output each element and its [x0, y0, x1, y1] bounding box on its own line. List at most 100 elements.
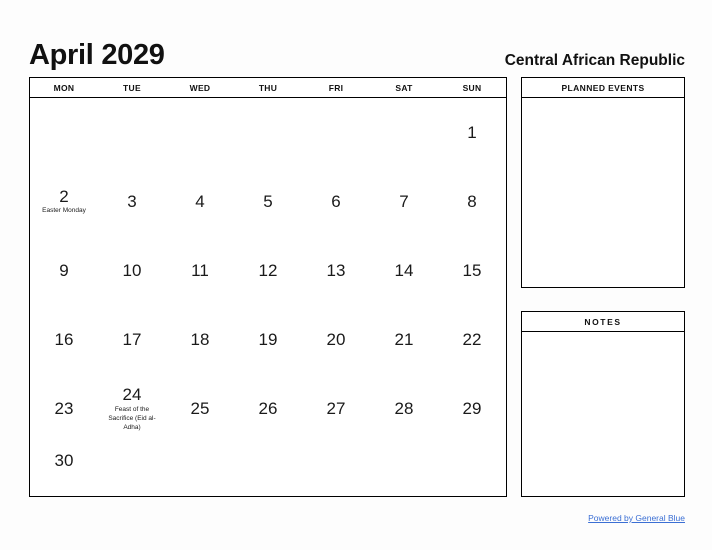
calendar-day-cell-7[interactable]: 7 — [370, 167, 438, 236]
calendar-day-cell-9[interactable]: 9 — [30, 236, 98, 305]
calendar-day-cell-empty — [166, 98, 234, 167]
calendar-day-cell-empty — [370, 98, 438, 167]
page-title: April 2029 — [29, 39, 165, 71]
calendar-week-row: 16 17 18 19 20 21 22 — [30, 306, 506, 375]
calendar-day-cell-24[interactable]: 24 Feast of the Sacrifice (Eid al-Adha) — [98, 375, 166, 444]
planned-events-title: PLANNED EVENTS — [522, 78, 684, 98]
notes-body[interactable] — [522, 332, 684, 496]
calendar-day-cell-empty — [234, 444, 302, 496]
day-number: 1 — [467, 122, 477, 142]
calendar-day-cell-10[interactable]: 10 — [98, 236, 166, 305]
footer: Powered by General Blue — [29, 508, 685, 526]
calendar-day-cell-empty — [302, 444, 370, 496]
calendar-day-cell-27[interactable]: 27 — [302, 375, 370, 444]
calendar-week-row: 23 24 Feast of the Sacrifice (Eid al-Adha)… — [30, 375, 506, 444]
day-number: 17 — [122, 330, 142, 350]
region-title: Central African Republic — [504, 51, 685, 69]
page-header: April 2029 Central African Republic — [29, 30, 685, 70]
weekday-header-mon: MON — [53, 82, 75, 93]
calendar-day-cell-3[interactable]: 3 — [98, 167, 166, 236]
day-number: 3 — [127, 191, 137, 211]
day-number: 8 — [467, 191, 477, 211]
day-number: 15 — [462, 261, 482, 281]
calendar-day-cell-6[interactable]: 6 — [302, 167, 370, 236]
day-number: 16 — [54, 330, 74, 350]
calendar-day-cell-4[interactable]: 4 — [166, 167, 234, 236]
calendar-week-row: 30 — [30, 444, 506, 496]
day-number: 12 — [258, 261, 278, 281]
calendar-page: April 2029 Central African Republic MON T… — [0, 0, 712, 550]
calendar-day-cell-30[interactable]: 30 — [30, 444, 98, 496]
calendar-day-cell-empty — [438, 444, 506, 496]
powered-by-link[interactable]: Powered by General Blue — [588, 513, 685, 523]
calendar-day-cell-29[interactable]: 29 — [438, 375, 506, 444]
calendar-day-cell-1[interactable]: 1 — [438, 98, 506, 167]
day-number: 10 — [122, 261, 142, 281]
calendar-day-cell-empty — [234, 98, 302, 167]
notes-panel: NOTES — [521, 311, 685, 497]
day-number: 29 — [462, 399, 482, 419]
day-number: 22 — [462, 330, 482, 350]
day-number: 25 — [190, 399, 210, 419]
day-number: 18 — [190, 330, 210, 350]
calendar-day-cell-19[interactable]: 19 — [234, 306, 302, 375]
day-event-label: Easter Monday — [42, 207, 86, 215]
calendar-grid: MON TUE WED THU FRI SAT SUN 1 2 Easter Monday 3 4 5… — [29, 77, 507, 497]
day-number: 23 — [54, 399, 74, 419]
day-number: 4 — [195, 191, 205, 211]
calendar-day-cell-8[interactable]: 8 — [438, 167, 506, 236]
day-number: 27 — [326, 399, 346, 419]
calendar-day-cell-16[interactable]: 16 — [30, 306, 98, 375]
day-number: 28 — [394, 399, 414, 419]
day-number: 2 — [59, 186, 69, 206]
calendar-day-cell-empty — [98, 98, 166, 167]
day-number: 9 — [59, 261, 69, 281]
day-number: 14 — [394, 261, 414, 281]
calendar-day-cell-28[interactable]: 28 — [370, 375, 438, 444]
calendar-day-cell-18[interactable]: 18 — [166, 306, 234, 375]
notes-title: NOTES — [522, 312, 684, 332]
calendar-day-cell-25[interactable]: 25 — [166, 375, 234, 444]
day-number: 11 — [191, 261, 209, 281]
day-number: 6 — [331, 191, 341, 211]
weekday-header-sat: SAT — [395, 82, 413, 93]
weekday-header-tue: TUE — [123, 82, 141, 93]
calendar-day-cell-empty — [370, 444, 438, 496]
calendar-day-cell-empty — [98, 444, 166, 496]
day-number: 26 — [258, 399, 278, 419]
calendar-week-row: 1 — [30, 98, 506, 167]
calendar-day-cell-22[interactable]: 22 — [438, 306, 506, 375]
day-number: 19 — [258, 330, 278, 350]
weekday-header-fri: FRI — [328, 82, 344, 93]
calendar-day-cell-17[interactable]: 17 — [98, 306, 166, 375]
day-number: 5 — [263, 191, 273, 211]
calendar-day-cell-13[interactable]: 13 — [302, 236, 370, 305]
day-number: 20 — [326, 330, 346, 350]
calendar-day-cell-empty — [166, 444, 234, 496]
calendar-day-cell-12[interactable]: 12 — [234, 236, 302, 305]
calendar-day-cell-empty — [302, 98, 370, 167]
calendar-week-row: 2 Easter Monday 3 4 5 6 7 8 — [30, 167, 506, 236]
calendar-day-cell-2[interactable]: 2 Easter Monday — [30, 167, 98, 236]
weekday-header-row: MON TUE WED THU FRI SAT SUN — [30, 78, 506, 98]
weekday-header-wed: WED — [189, 82, 211, 93]
planned-events-panel: PLANNED EVENTS — [521, 77, 685, 288]
calendar-day-cell-15[interactable]: 15 — [438, 236, 506, 305]
weekday-header-sun: SUN — [462, 82, 482, 93]
calendar-day-cell-23[interactable]: 23 — [30, 375, 98, 444]
calendar-day-cell-11[interactable]: 11 — [166, 236, 234, 305]
day-number: 13 — [326, 261, 346, 281]
calendar-day-cell-14[interactable]: 14 — [370, 236, 438, 305]
calendar-day-cell-21[interactable]: 21 — [370, 306, 438, 375]
calendar-week-row: 9 10 11 12 13 14 15 — [30, 236, 506, 305]
calendar-day-cell-26[interactable]: 26 — [234, 375, 302, 444]
weekday-header-thu: THU — [258, 82, 278, 93]
planned-events-body[interactable] — [522, 98, 684, 287]
day-number: 21 — [394, 330, 414, 350]
day-number: 24 — [122, 385, 142, 405]
calendar-day-cell-20[interactable]: 20 — [302, 306, 370, 375]
calendar-weeks: 1 2 Easter Monday 3 4 5 6 7 8 9 10 11 12 13 14 15 16 17 18… — [30, 98, 506, 496]
calendar-day-cell-5[interactable]: 5 — [234, 167, 302, 236]
day-number: 7 — [399, 191, 409, 211]
day-number: 30 — [54, 451, 74, 471]
